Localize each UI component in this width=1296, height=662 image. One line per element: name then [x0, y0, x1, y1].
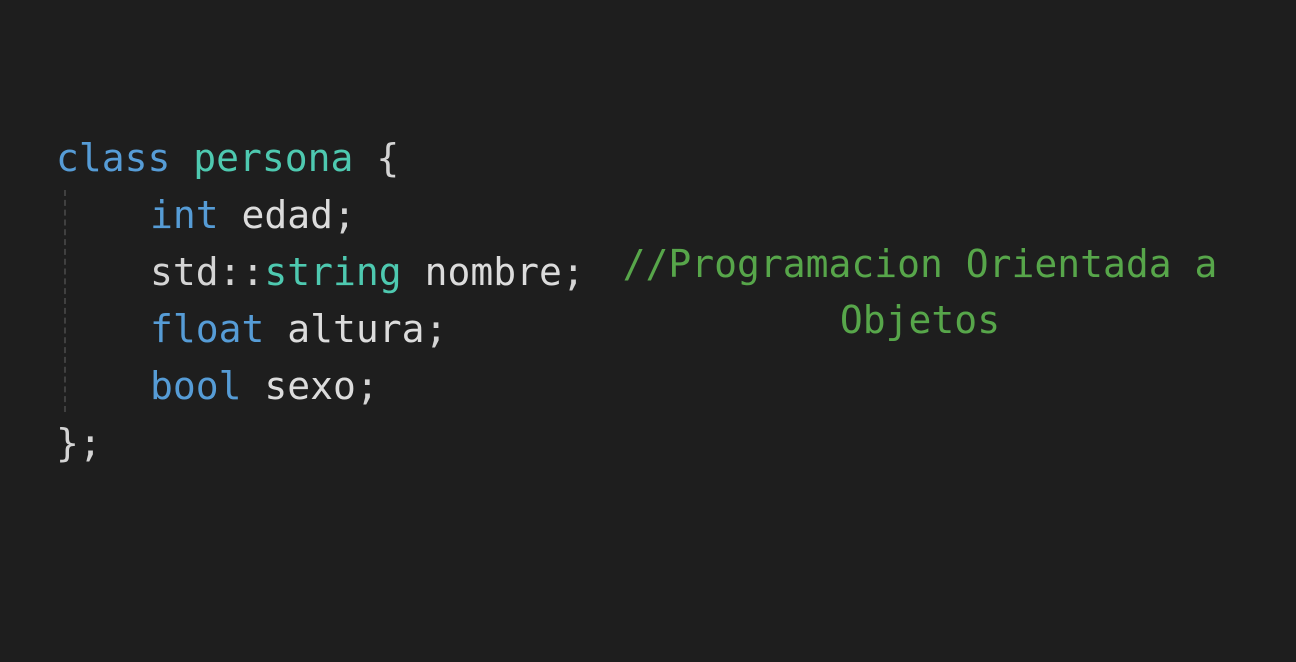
class-name: persona — [193, 136, 354, 180]
type-float: float — [150, 307, 265, 351]
type-string: string — [264, 250, 402, 294]
semicolon: ; — [424, 307, 448, 351]
close-brace: }; — [56, 421, 102, 465]
open-brace: { — [376, 136, 400, 180]
code-line-3[interactable]: std::string nombre; — [56, 244, 585, 300]
semicolon: ; — [355, 364, 379, 408]
member-edad: edad — [241, 193, 334, 237]
comment-line-2: Objetos — [839, 298, 1001, 342]
member-nombre: nombre — [424, 250, 562, 294]
code-line-2[interactable]: int edad; — [56, 187, 356, 243]
code-line-6[interactable]: }; — [56, 415, 102, 471]
semicolon: ; — [333, 193, 356, 237]
code-line-5[interactable]: bool sexo; — [56, 358, 379, 414]
code-editor[interactable]: class persona { int edad; std::string no… — [0, 0, 1296, 662]
type-int: int — [150, 193, 219, 237]
type-bool: bool — [150, 364, 242, 408]
scope-operator: :: — [218, 250, 265, 294]
member-altura: altura — [287, 307, 425, 351]
namespace-std: std — [150, 250, 219, 294]
code-comment: //Programacion Orientada a Objetos — [590, 236, 1250, 348]
code-line-1[interactable]: class persona { — [56, 130, 399, 186]
class-keyword: class — [56, 136, 171, 180]
comment-line-1: //Programacion Orientada a — [622, 242, 1218, 286]
code-line-4[interactable]: float altura; — [56, 301, 447, 357]
semicolon: ; — [561, 250, 585, 294]
member-sexo: sexo — [264, 364, 356, 408]
